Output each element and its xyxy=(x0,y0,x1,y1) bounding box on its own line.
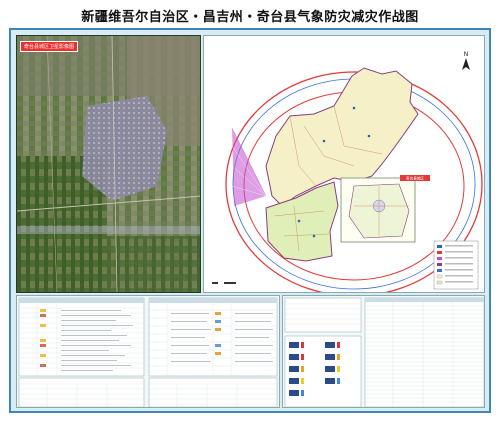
satellite-image xyxy=(17,36,200,292)
inset-map xyxy=(340,177,416,243)
page-title: 新疆维吾尔自治区・昌吉州・奇台县气象防灾减灾作战图 xyxy=(81,10,419,25)
satellite-label: 奇台县城区卫星影像图 xyxy=(20,41,79,52)
info-tables-left xyxy=(18,297,278,407)
county-map: N 奇台县城区 xyxy=(212,51,483,292)
info-tables-right xyxy=(284,297,484,407)
info-panel-right xyxy=(282,295,485,408)
inset-label: 奇台县城区 xyxy=(406,176,424,181)
map-legend xyxy=(433,240,479,290)
scale-bar xyxy=(212,282,236,284)
county-map-panel: N 奇台县城区 xyxy=(203,35,485,293)
info-panel-left xyxy=(16,295,280,408)
north-arrow-icon: N xyxy=(462,51,470,70)
satellite-image-panel xyxy=(16,35,201,293)
warning-signals xyxy=(284,335,362,407)
north-label: N xyxy=(464,51,469,58)
radar-sector xyxy=(231,127,267,206)
